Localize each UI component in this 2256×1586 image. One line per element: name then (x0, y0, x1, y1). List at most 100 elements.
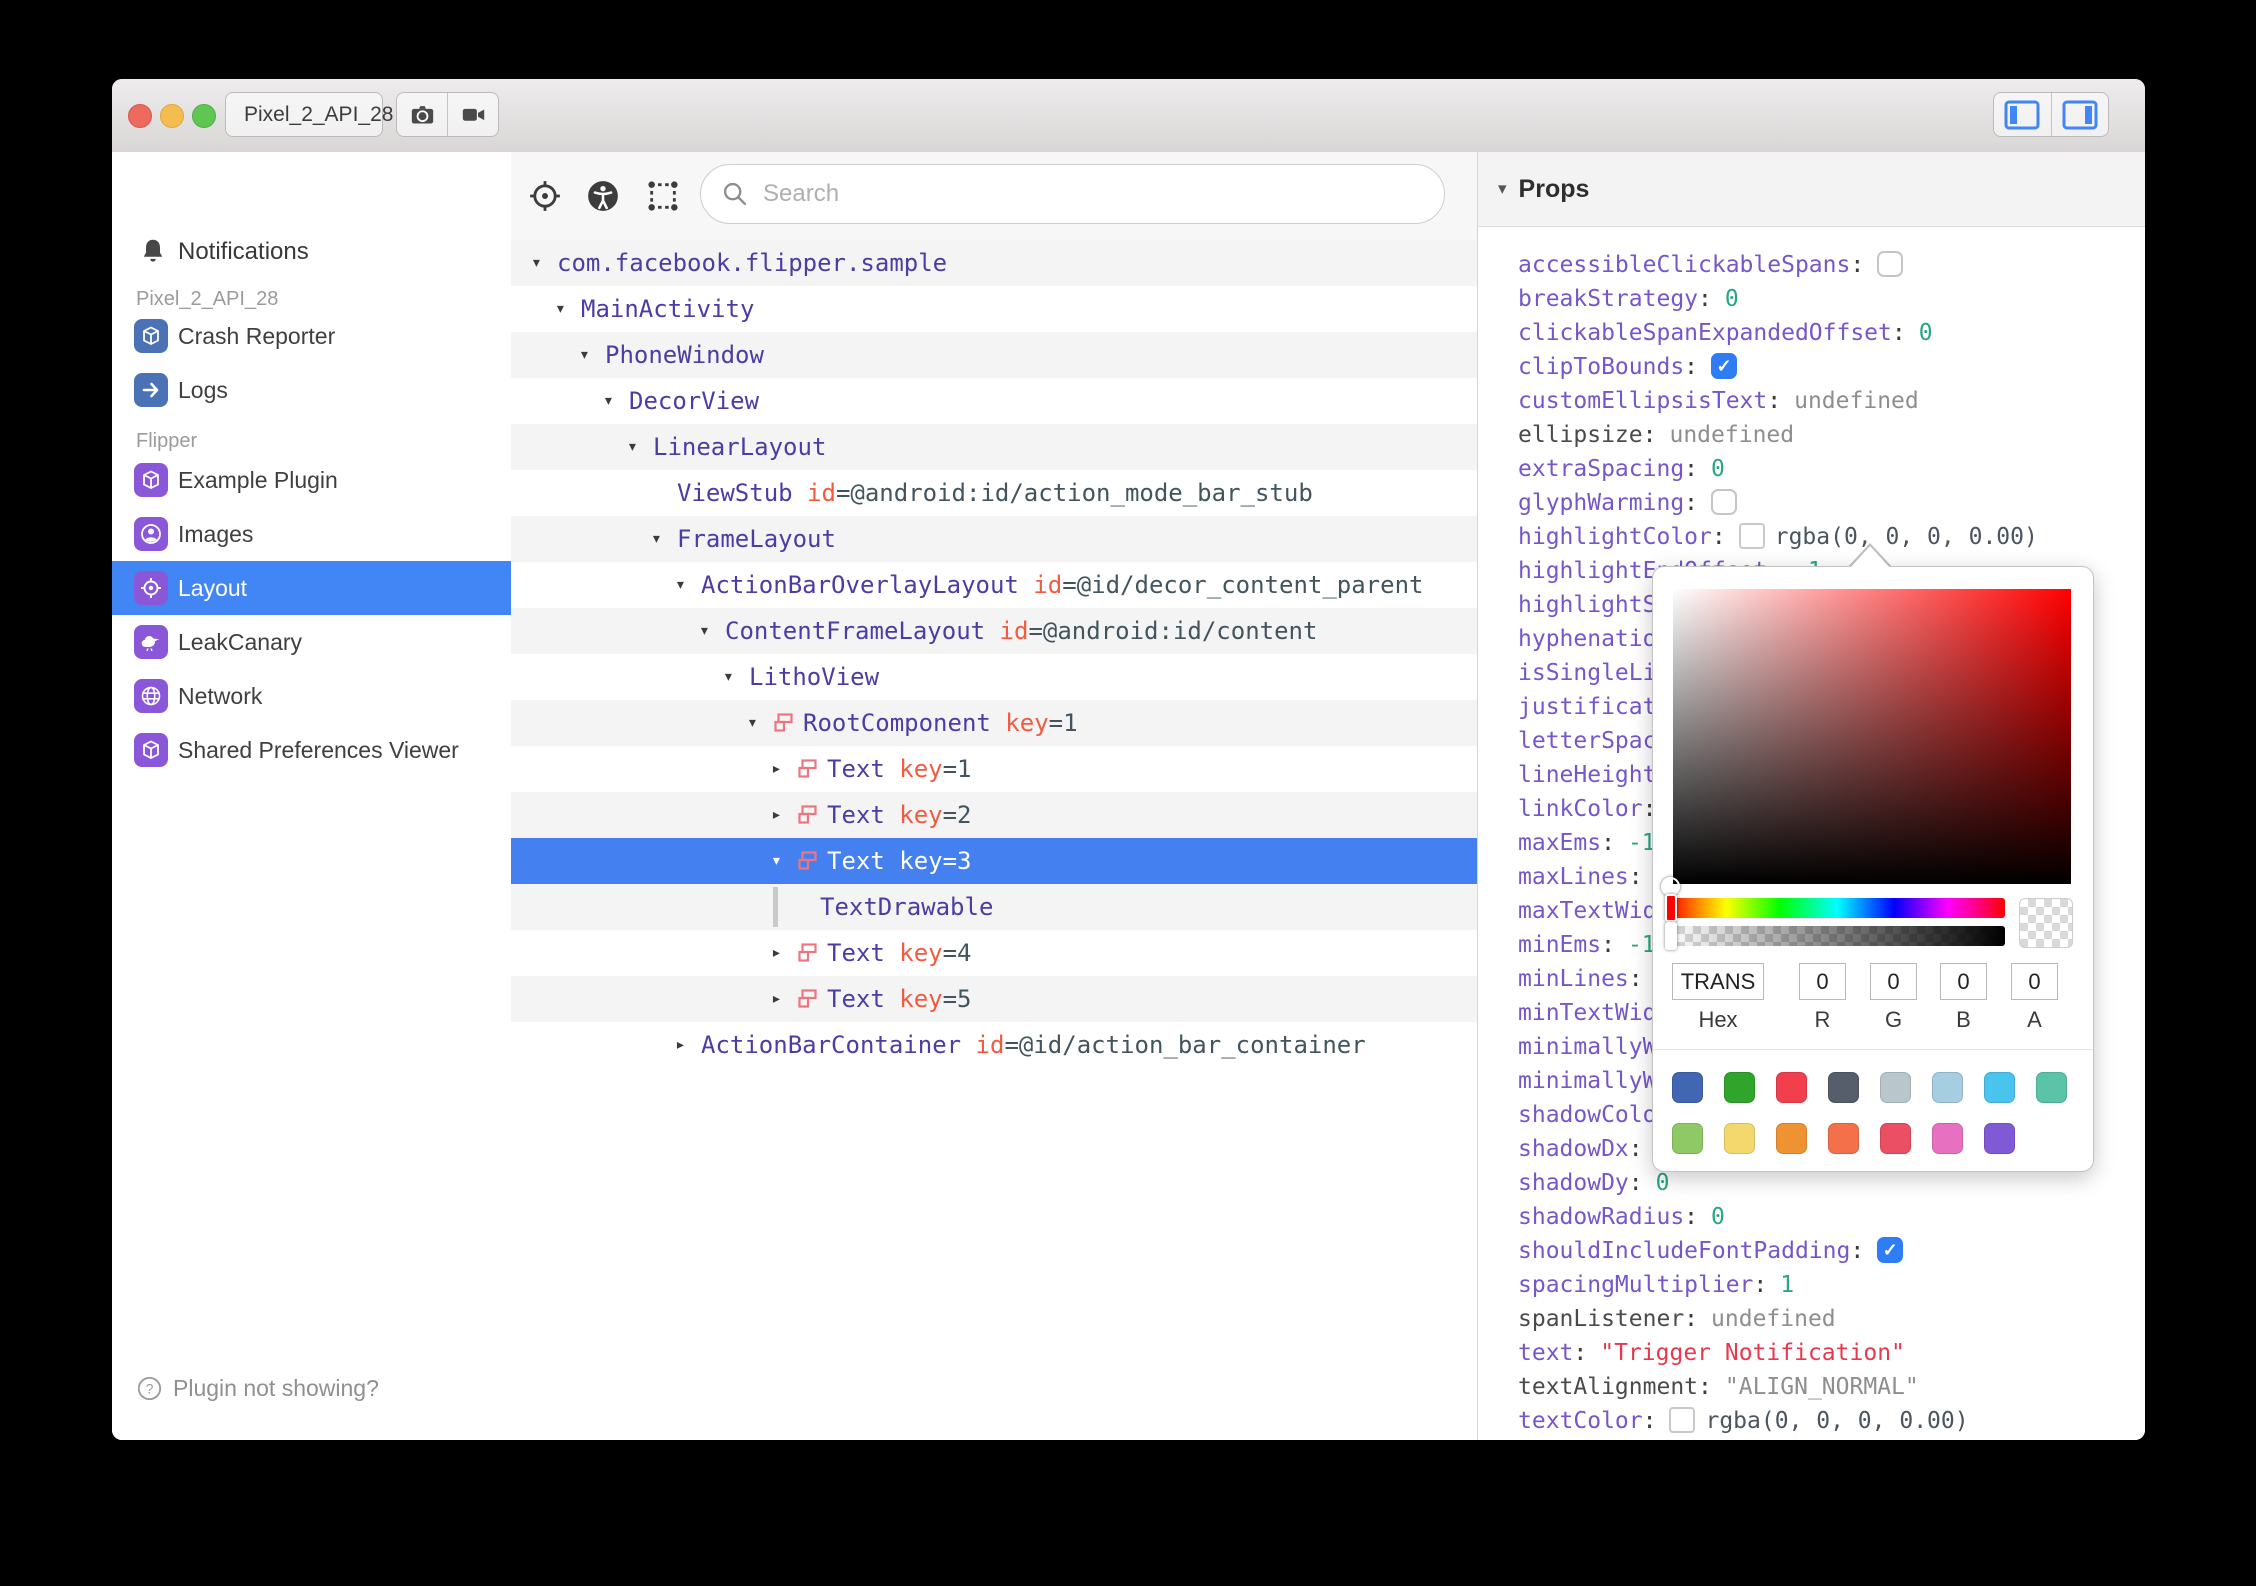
tree-row[interactable]: ▸ Text key =1 (511, 746, 1477, 792)
chevron-down-icon[interactable]: ▾ (699, 608, 725, 654)
flipper-window: Pixel_2_API_28 Notifications Pixel_2_API… (112, 79, 2145, 1440)
toggle-right-sidebar-button[interactable] (2050, 93, 2109, 136)
sidebar-item-crash-reporter[interactable]: Crash Reporter (112, 309, 511, 363)
palette-swatch[interactable] (1828, 1123, 1859, 1154)
palette-swatch[interactable] (1984, 1072, 2015, 1103)
tree-row-selected[interactable]: ▾ Text key =3 (511, 838, 1477, 884)
chevron-down-icon[interactable]: ▾ (747, 700, 773, 746)
palette-swatch[interactable] (1776, 1123, 1807, 1154)
accessibility-icon[interactable] (586, 179, 620, 213)
checkbox-checked[interactable] (1877, 1237, 1904, 1263)
chevron-down-icon[interactable]: ▾ (675, 562, 701, 608)
checkbox-checked[interactable] (1711, 353, 1738, 379)
chevron-down-icon[interactable]: ▾ (771, 838, 797, 884)
chevron-down-icon[interactable]: ▾ (651, 516, 677, 562)
sidebar-item-logs[interactable]: Logs (112, 363, 511, 417)
toggle-left-sidebar-button[interactable] (1994, 93, 2051, 136)
litho-component-icon (798, 805, 817, 824)
prop-value[interactable]: 0 (1919, 320, 1933, 346)
chevron-down-icon[interactable]: ▾ (627, 424, 653, 470)
prop-value[interactable]: "Trigger Notification" (1600, 1340, 1905, 1366)
sidebar-item-images[interactable]: Images (112, 507, 511, 561)
props-header[interactable]: ▾ Props (1478, 152, 2145, 227)
green-input[interactable] (1870, 963, 1917, 1000)
tree-row[interactable]: ▾ com.facebook.flipper.sample (511, 240, 1477, 286)
sidebar-item-notifications[interactable]: Notifications (112, 236, 511, 270)
sidebar-item-example-plugin[interactable]: Example Plugin (112, 453, 511, 507)
tree-row[interactable]: ▾ FrameLayout (511, 516, 1477, 562)
search-input[interactable] (761, 179, 1424, 209)
palette-swatch[interactable] (1828, 1072, 1859, 1103)
sidebar-item-network[interactable]: Network (112, 669, 511, 723)
target-select-icon[interactable] (528, 179, 562, 213)
prop-value[interactable]: 0 (1656, 1170, 1670, 1196)
prop-value[interactable]: 0 (1725, 286, 1739, 312)
checkbox-unchecked[interactable] (1877, 251, 1904, 277)
tree-row[interactable]: ▾ ContentFrameLayout id =@android:id/cont… (511, 608, 1477, 654)
palette-swatch[interactable] (1880, 1072, 1911, 1103)
tree-row[interactable]: ▾ LithoView (511, 654, 1477, 700)
chevron-down-icon[interactable]: ▾ (555, 286, 581, 332)
transparent-swatch[interactable] (2019, 898, 2073, 948)
tree-row[interactable]: ▸ Text key =4 (511, 930, 1477, 976)
chevron-down-icon[interactable]: ▾ (603, 378, 629, 424)
chevron-right-icon[interactable]: ▸ (771, 746, 797, 792)
chevron-right-icon[interactable]: ▸ (771, 792, 797, 838)
device-selector[interactable]: Pixel_2_API_28 (225, 92, 393, 137)
palette-swatch[interactable] (1880, 1123, 1911, 1154)
chevron-down-icon[interactable]: ▾ (579, 332, 605, 378)
tree-row[interactable]: TextDrawable (511, 884, 1477, 930)
chevron-right-icon[interactable]: ▸ (771, 930, 797, 976)
hex-input[interactable] (1672, 963, 1764, 1000)
palette-swatch[interactable] (1672, 1123, 1703, 1154)
sidebar-item-leakcanary[interactable]: LeakCanary (112, 615, 511, 669)
plugin-help-link[interactable]: ? Plugin not showing? (136, 1375, 379, 1402)
chevron-right-icon[interactable]: ▸ (771, 976, 797, 1022)
tree-row[interactable]: ▾ ActionBarOverlayLayout id =@id/decor_co… (511, 562, 1477, 608)
palette-swatch[interactable] (1724, 1072, 1755, 1103)
close-button[interactable] (128, 104, 152, 128)
expand-selection-icon[interactable] (646, 179, 680, 213)
tree-row[interactable]: ▸ Text key =5 (511, 976, 1477, 1022)
palette-swatch[interactable] (1984, 1123, 2015, 1154)
alpha-input[interactable] (2011, 963, 2058, 1000)
palette-swatch[interactable] (1672, 1072, 1703, 1103)
zoom-button[interactable] (192, 104, 216, 128)
checkbox-unchecked[interactable] (1711, 489, 1738, 515)
tree-row[interactable]: ▾ PhoneWindow (511, 332, 1477, 378)
prop-value[interactable]: 0 (1711, 1204, 1725, 1230)
palette-swatch[interactable] (1776, 1072, 1807, 1103)
saturation-value-gradient[interactable] (1673, 589, 2071, 884)
person-circle-icon (134, 517, 168, 551)
screen-record-button[interactable] (447, 93, 498, 136)
hue-slider[interactable] (1669, 898, 2005, 918)
tree-row[interactable]: ▸ ActionBarContainer id =@id/action_bar_c… (511, 1022, 1477, 1068)
sidebar-item-shared-preferences[interactable]: Shared Preferences Viewer (112, 723, 511, 777)
palette-swatch[interactable] (2036, 1072, 2067, 1103)
palette-swatch[interactable] (1724, 1123, 1755, 1154)
alpha-slider[interactable] (1669, 926, 2005, 946)
tree-row[interactable]: ▾ MainActivity (511, 286, 1477, 332)
chevron-down-icon[interactable]: ▾ (531, 240, 557, 286)
screenshot-button[interactable] (397, 93, 447, 136)
node-attr-value: =@id/action_bar_container (1004, 1031, 1366, 1059)
palette-swatch[interactable] (1932, 1072, 1963, 1103)
alpha-slider-handle[interactable] (1665, 922, 1677, 950)
tree-row[interactable]: ViewStub id =@android:id/action_mode_bar_… (511, 470, 1477, 516)
chevron-right-icon[interactable]: ▸ (675, 1022, 701, 1068)
chevron-down-icon[interactable]: ▾ (723, 654, 749, 700)
sidebar-item-layout[interactable]: Layout (112, 561, 511, 615)
red-input[interactable] (1799, 963, 1846, 1000)
palette-swatch[interactable] (1932, 1123, 1963, 1154)
hue-slider-handle[interactable] (1665, 894, 1677, 922)
tree-row[interactable]: ▸ Text key =2 (511, 792, 1477, 838)
tree-row[interactable]: ▾ LinearLayout (511, 424, 1477, 470)
prop-value[interactable]: 0 (1711, 456, 1725, 482)
blue-input[interactable] (1940, 963, 1987, 1000)
color-swatch[interactable] (1738, 523, 1765, 549)
prop-value[interactable]: 1 (1780, 1272, 1794, 1298)
tree-row[interactable]: ▾ RootComponent key =1 (511, 700, 1477, 746)
tree-row[interactable]: ▾ DecorView (511, 378, 1477, 424)
minimize-button[interactable] (160, 104, 184, 128)
color-swatch[interactable] (1669, 1407, 1696, 1433)
